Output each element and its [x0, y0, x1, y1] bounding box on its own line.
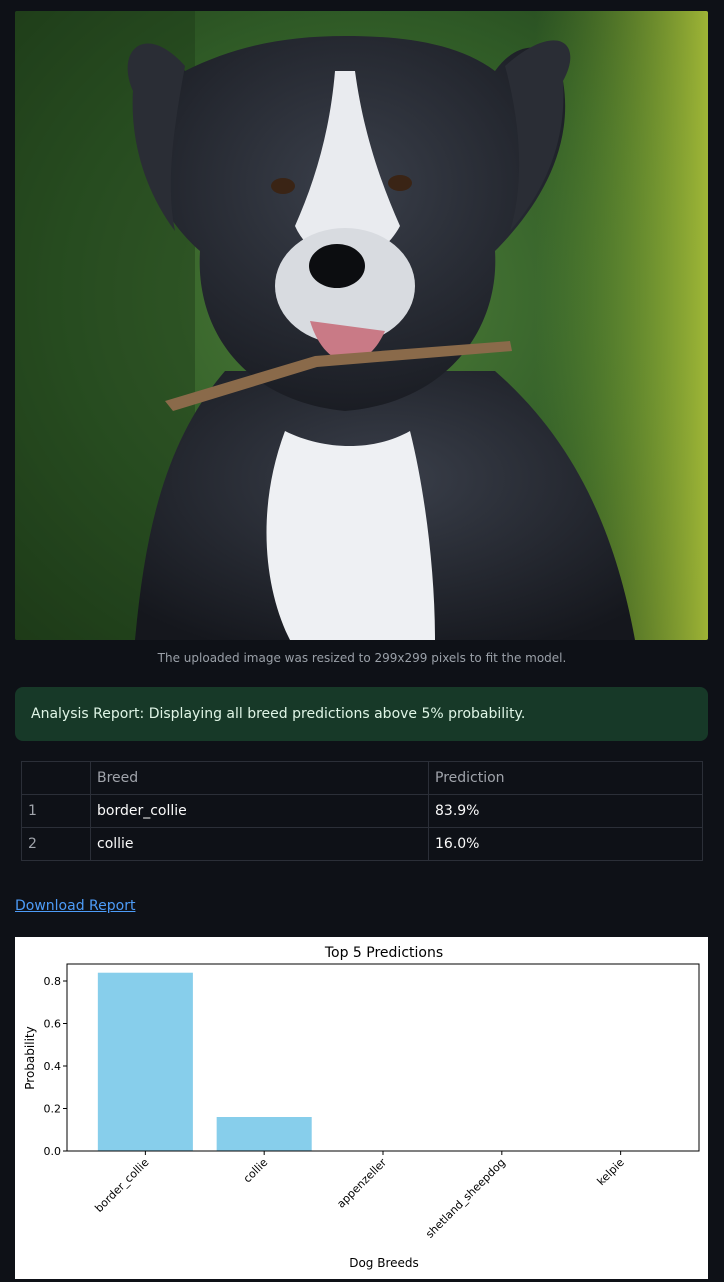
download-report-link[interactable]: Download Report	[15, 898, 135, 914]
bar-border_collie	[97, 972, 193, 1151]
index-column-header[interactable]	[21, 761, 91, 795]
uploaded-dog-image	[15, 11, 708, 640]
prediction-cell[interactable]: 16.0%	[428, 827, 703, 861]
breed-cell[interactable]: collie	[90, 827, 429, 861]
y-tick-label: 0.6	[44, 1018, 62, 1031]
top-predictions-chart: Top 5 Predictions Probability Dog Breeds…	[15, 937, 708, 1279]
bar-collie	[216, 1117, 312, 1151]
table-row: 2 collie 16.0%	[21, 827, 703, 861]
y-tick-label: 0.4	[44, 1060, 62, 1073]
image-caption: The uploaded image was resized to 299x29…	[157, 651, 567, 665]
row-index[interactable]: 1	[21, 794, 91, 828]
alert-text: Analysis Report: Displaying all breed pr…	[31, 706, 526, 722]
x-tick-label: collie	[241, 1156, 271, 1186]
table-row: 1 border_collie 83.9%	[21, 794, 703, 828]
breed-column-header[interactable]: Breed	[90, 761, 429, 795]
row-index[interactable]: 2	[21, 827, 91, 861]
bar-chart-svg: Top 5 Predictions Probability Dog Breeds…	[23, 945, 700, 1270]
prediction-cell[interactable]: 83.9%	[428, 794, 703, 828]
y-tick-label: 0.8	[44, 975, 62, 988]
success-alert: Analysis Report: Displaying all breed pr…	[15, 687, 708, 741]
y-tick-label: 0.0	[44, 1145, 62, 1158]
predictions-table[interactable]: Breed Prediction 1 border_collie 83.9% 2…	[21, 761, 703, 861]
x-tick-label: shetland_sheepdog	[423, 1156, 508, 1241]
x-tick-label: kelpie	[595, 1156, 627, 1188]
y-tick-label: 0.2	[44, 1103, 62, 1116]
prediction-column-header[interactable]: Prediction	[428, 761, 703, 795]
streamlit-page: The uploaded image was resized to 299x29…	[0, 0, 724, 1282]
breed-cell[interactable]: border_collie	[90, 794, 429, 828]
x-axis-label: Dog Breeds	[349, 1256, 419, 1270]
x-tick-label: border_collie	[92, 1156, 151, 1215]
x-tick-label: appenzeller	[334, 1156, 389, 1211]
chart-title: Top 5 Predictions	[324, 945, 443, 961]
table-header-row: Breed Prediction	[21, 761, 703, 795]
y-axis-label: Probability	[23, 1026, 37, 1089]
